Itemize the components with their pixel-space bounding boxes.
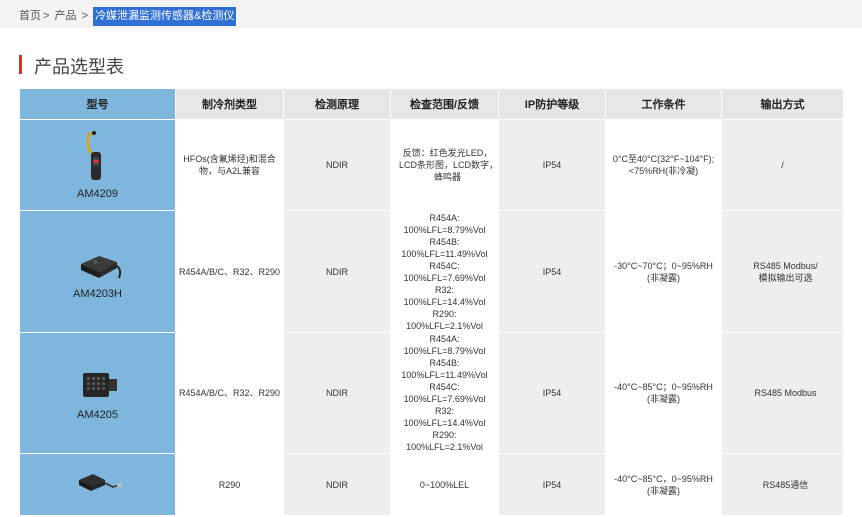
conditions-cell: -40°C~85°C，0~95%RH (非凝露)	[605, 453, 722, 516]
range-line: R454B:	[429, 236, 460, 247]
output-cell: /	[721, 119, 844, 211]
conditions-line: 0°C至40°C(32°F~104°F);	[612, 154, 715, 164]
principle-cell: NDIR	[283, 210, 391, 333]
output-line: RS485通信	[762, 479, 809, 490]
breadcrumb-separator: >	[81, 10, 88, 22]
range-line: 反馈：红色发光LED，	[402, 148, 493, 158]
range-cell: R454A: 100%LFL=8.79%Vol R454B: 100%LFL=1…	[390, 210, 499, 333]
range-line: 100%LFL=2.1%Vol	[406, 442, 483, 452]
refrigerant-cell: R454A/B/C、R32、R290	[175, 210, 284, 333]
range-line: R290:	[432, 308, 457, 319]
range-line: R454C:	[429, 382, 460, 392]
range-line: LCD条形图，LCD数字，	[399, 160, 499, 170]
header-range: 检查范围/反馈	[390, 88, 499, 120]
range-line: R290:	[432, 430, 457, 440]
model-name: AM4203H	[73, 287, 122, 300]
range-line: 100%LFL=2.1%Vol	[406, 320, 483, 331]
conditions-line: -30°C~70°C；0~95%RH	[614, 260, 713, 271]
conditions-line: -40°C~85°C，0~95%RH	[614, 473, 713, 484]
ip-cell: IP54	[498, 210, 606, 333]
output-cell: RS485通信	[721, 453, 844, 516]
principle-cell: NDIR	[283, 119, 391, 211]
output-line: RS485 Modbus	[754, 388, 817, 398]
range-cell: 反馈：红色发光LED， LCD条形图，LCD数字， 蜂鸣器	[390, 119, 499, 211]
range-line: 100%LFL=14.4%Vol	[403, 418, 486, 428]
refrigerant-cell: R454A/B/C、R32、R290	[175, 332, 284, 454]
conditions-line: -40°C~85°C；0~95%RH	[614, 382, 713, 392]
range-cell: R454A: 100%LFL=8.79%Vol R454B: 100%LFL=1…	[390, 332, 499, 454]
range-line: 100%LFL=8.79%Vol	[403, 224, 486, 235]
header-refrigerant: 制冷剂类型	[175, 88, 284, 120]
conditions-cell: -30°C~70°C；0~95%RH (非凝露)	[605, 210, 722, 333]
principle-cell: NDIR	[283, 332, 391, 454]
section-accent-bar	[19, 55, 22, 74]
range-cell: 0~100%LEL	[390, 453, 499, 516]
range-line: R454B:	[429, 358, 460, 368]
header-conditions: 工作条件	[605, 88, 722, 120]
range-line: 100%LFL=7.69%Vol	[403, 272, 486, 283]
header-ip: IP防护等级	[498, 88, 606, 120]
table-row: AM4205 R454A/B/C、R32、R290 NDIR R454A: 10…	[19, 332, 844, 454]
conditions-line: (非凝露)	[647, 485, 680, 496]
conditions-line: (非凝露)	[647, 272, 680, 283]
table-row: AM4203H R454A/B/C、R32、R290 NDIR R454A: 1…	[19, 210, 844, 333]
breadcrumb-bar: 首页 > 产品 > 冷媒泄漏监测传感器&检测仪	[0, 0, 862, 28]
range-line: R32:	[434, 284, 454, 295]
model-cell[interactable]: AM4203H	[19, 210, 176, 333]
output-line: 模拟输出可选	[758, 272, 813, 283]
output-cell: RS485 Modbus/ 模拟输出可选	[721, 210, 844, 333]
conditions-line: (非凝露)	[647, 394, 680, 404]
header-principle: 检测原理	[283, 88, 391, 120]
ip-cell: IP54	[498, 119, 606, 211]
section-title: 产品选型表	[34, 57, 124, 77]
conditions-cell: -40°C~85°C；0~95%RH (非凝露)	[605, 332, 722, 454]
range-line: 100%LFL=8.79%Vol	[403, 346, 486, 356]
breadcrumb: 首页 > 产品 > 冷媒泄漏监测传感器&检测仪	[19, 7, 237, 26]
range-line: 100%LFL=14.4%Vol	[403, 296, 486, 307]
breadcrumb-current: 冷媒泄漏监测传感器&检测仪	[93, 7, 237, 26]
range-line: 蜂鸣器	[433, 172, 461, 182]
output-cell: RS485 Modbus	[721, 332, 844, 454]
range-line: R454A:	[429, 212, 460, 223]
product-selection-table: 型号 制冷剂类型 检测原理 检查范围/反馈 IP防护等级 工作条件 输出方式 A…	[19, 88, 844, 516]
breadcrumb-products-link[interactable]: 产品	[55, 10, 77, 22]
ip-cell: IP54	[498, 453, 606, 516]
model-cell[interactable]: AM4209	[19, 119, 176, 211]
range-line: 100%LFL=7.69%Vol	[403, 394, 486, 404]
range-line: R454C:	[429, 260, 460, 271]
conditions-line: <75%RH(非冷凝)	[628, 166, 699, 176]
product-image-am4203h	[80, 255, 121, 278]
range-line: 100%LFL=11.49%Vol	[401, 248, 488, 259]
range-line: R454A:	[429, 334, 460, 344]
model-cell[interactable]: AM4205	[19, 332, 176, 454]
refrigerant-cell: R290	[175, 453, 284, 516]
model-cell[interactable]	[19, 453, 176, 516]
breadcrumb-home-link[interactable]: 首页	[19, 10, 41, 22]
breadcrumb-separator: >	[43, 10, 50, 22]
table-header-row: 型号 制冷剂类型 检测原理 检查范围/反馈 IP防护等级 工作条件 输出方式	[19, 88, 844, 120]
product-image-am4209	[85, 131, 101, 180]
range-line: R32:	[434, 406, 454, 416]
principle-cell: NDIR	[283, 453, 391, 516]
range-line: 100%LFL=11.49%Vol	[401, 370, 488, 380]
output-line: RS485 Modbus/	[753, 260, 818, 271]
ip-cell: IP54	[498, 332, 606, 454]
table-row: R290 NDIR 0~100%LEL IP54 -40°C~85°C，0~95…	[19, 453, 844, 516]
conditions-cell: 0°C至40°C(32°F~104°F); <75%RH(非冷凝)	[605, 119, 722, 211]
refrigerant-cell: HFOs(含氟烯烃)和混合物，与A2L兼容	[175, 119, 284, 211]
product-image-sensor	[78, 473, 122, 491]
model-name: AM4209	[77, 188, 118, 200]
product-image-am4205	[82, 373, 117, 397]
model-name: AM4205	[77, 409, 118, 421]
header-output: 输出方式	[721, 88, 844, 120]
table-row: AM4209 HFOs(含氟烯烃)和混合物，与A2L兼容 NDIR 反馈：红色发…	[19, 119, 844, 211]
header-model: 型号	[19, 88, 176, 120]
